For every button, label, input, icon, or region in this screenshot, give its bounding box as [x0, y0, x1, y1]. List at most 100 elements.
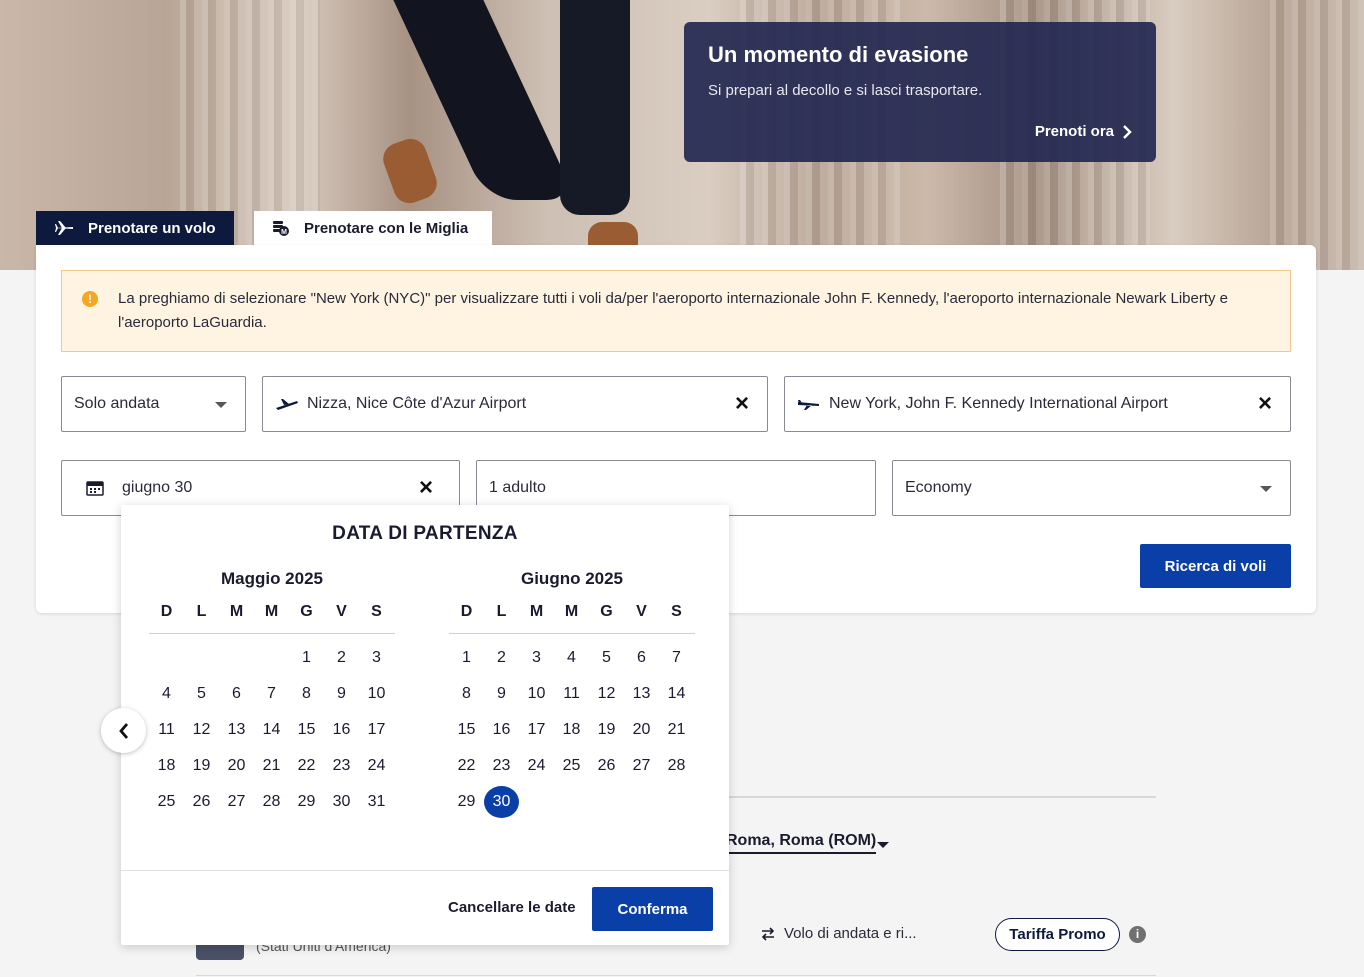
day-cell[interactable]: 29	[449, 784, 484, 820]
day-cell[interactable]: 17	[519, 712, 554, 748]
day-cell[interactable]: 21	[254, 748, 289, 784]
day-cell[interactable]: 21	[659, 712, 694, 748]
clear-dates-link[interactable]: Cancellare le date	[448, 899, 576, 916]
day-cell[interactable]: 26	[184, 784, 219, 820]
day-cell[interactable]: 19	[184, 748, 219, 784]
day-cell[interactable]: 10	[519, 676, 554, 712]
confirm-button[interactable]: Conferma	[592, 887, 713, 931]
search-flights-button[interactable]: Ricerca di voli	[1140, 544, 1291, 588]
day-cell[interactable]: 8	[289, 676, 324, 712]
day-cell[interactable]: 12	[589, 676, 624, 712]
day-cell[interactable]: 6	[624, 640, 659, 676]
selected-day[interactable]: 30	[484, 784, 519, 820]
day-cell[interactable]: 26	[589, 748, 624, 784]
day-number: 2	[337, 649, 346, 666]
day-cell[interactable]: 2	[484, 640, 519, 676]
book-now-link[interactable]: Prenoti ora	[1035, 123, 1132, 140]
day-cell[interactable]: 12	[184, 712, 219, 748]
previous-month-button[interactable]	[101, 708, 146, 753]
day-cell[interactable]: 3	[359, 640, 394, 676]
day-cell[interactable]: 7	[659, 640, 694, 676]
day-cell[interactable]: 3	[519, 640, 554, 676]
day-number: 18	[157, 757, 176, 774]
day-cell[interactable]: 15	[449, 712, 484, 748]
day-cell[interactable]: 4	[554, 640, 589, 676]
tab-book-flight[interactable]: Prenotare un volo	[36, 211, 234, 245]
day-cell[interactable]: 30	[324, 784, 359, 820]
tab-book-with-miles[interactable]: M Prenotare con le Miglia	[254, 211, 492, 245]
departure-plane-icon	[276, 399, 298, 410]
day-cell[interactable]: 13	[624, 676, 659, 712]
day-number: 8	[302, 685, 311, 702]
day-cell[interactable]: 16	[324, 712, 359, 748]
day-cell[interactable]: 16	[484, 712, 519, 748]
origin-input[interactable]: Nizza, Nice Côte d'Azur Airport ×	[262, 376, 768, 432]
day-number: 10	[527, 685, 546, 702]
month-name: Giugno 2025	[520, 569, 624, 588]
destination-input[interactable]: New York, John F. Kennedy International …	[784, 376, 1291, 432]
calendar-icon	[86, 481, 104, 496]
day-cell[interactable]: 20	[219, 748, 254, 784]
day-cell[interactable]: 31	[359, 784, 394, 820]
day-number: 29	[457, 793, 476, 810]
day-cell[interactable]: 14	[254, 712, 289, 748]
day-number: 27	[632, 757, 651, 774]
day-cell[interactable]: 25	[554, 748, 589, 784]
day-cell[interactable]: 27	[219, 784, 254, 820]
day-cell[interactable]: 6	[219, 676, 254, 712]
day-cell[interactable]: 18	[554, 712, 589, 748]
day-cell[interactable]: 28	[254, 784, 289, 820]
trip-type-value: Solo andata	[74, 395, 160, 412]
cabin-select[interactable]: Economy	[892, 460, 1291, 516]
day-number: 3	[532, 649, 541, 666]
day-cell[interactable]: 24	[519, 748, 554, 784]
day-cell[interactable]: 9	[324, 676, 359, 712]
day-cell[interactable]: 27	[624, 748, 659, 784]
day-number: 27	[227, 793, 246, 810]
clear-date-icon[interactable]: ×	[415, 476, 437, 500]
day-cell[interactable]: 14	[659, 676, 694, 712]
day-cell[interactable]: 1	[289, 640, 324, 676]
day-cell[interactable]: 13	[219, 712, 254, 748]
destination-filter[interactable]: Roma, Roma (ROM)	[726, 832, 877, 854]
day-cell[interactable]: 11	[149, 712, 184, 748]
day-cell[interactable]: 25	[149, 784, 184, 820]
day-cell[interactable]: 4	[149, 676, 184, 712]
day-cell[interactable]: 10	[359, 676, 394, 712]
day-cell[interactable]: 18	[149, 748, 184, 784]
day-cell[interactable]: 2	[324, 640, 359, 676]
clear-destination-icon[interactable]: ×	[1254, 392, 1276, 416]
day-cell[interactable]: 28	[659, 748, 694, 784]
day-cell[interactable]: 23	[324, 748, 359, 784]
day-cell[interactable]: 15	[289, 712, 324, 748]
day-cell[interactable]: 8	[449, 676, 484, 712]
info-icon[interactable]: i	[1129, 926, 1146, 943]
day-cell[interactable]: 5	[589, 640, 624, 676]
day-cell[interactable]: 17	[359, 712, 394, 748]
fare-badge[interactable]: Tariffa Promo	[995, 918, 1120, 951]
day-cell[interactable]: 5	[184, 676, 219, 712]
footer-divider	[121, 870, 729, 871]
chevron-right-icon	[1123, 124, 1132, 139]
day-cell[interactable]: 29	[289, 784, 324, 820]
day-cell[interactable]: 22	[449, 748, 484, 784]
day-cell[interactable]: 24	[359, 748, 394, 784]
day-cell[interactable]: 19	[589, 712, 624, 748]
day-cell[interactable]: 22	[289, 748, 324, 784]
date-picker-popup: DATA DI PARTENZA Maggio 2025 D L M M G V…	[121, 505, 729, 945]
day-grid: 1 2 3 4 5 6 7 8 9 10 11 12 13 14 15 16 17 18 19 20 21 22 23 24 2…	[149, 640, 395, 820]
nyc-notice: ! La preghiamo di selezionare "New York …	[61, 270, 1291, 352]
day-cell[interactable]: 1	[449, 640, 484, 676]
day-cell[interactable]: 11	[554, 676, 589, 712]
clear-origin-icon[interactable]: ×	[731, 392, 753, 416]
day-cell[interactable]: 20	[624, 712, 659, 748]
day-number: 29	[297, 793, 316, 810]
day-cell[interactable]: 9	[484, 676, 519, 712]
day-cell[interactable]: 23	[484, 748, 519, 784]
trip-type-select[interactable]: Solo andata	[61, 376, 246, 432]
day-cell[interactable]: 7	[254, 676, 289, 712]
day-number: 22	[297, 757, 316, 774]
warning-icon: !	[82, 291, 98, 307]
book-now-label: Prenoti ora	[1034, 123, 1114, 140]
day-number: 30	[484, 786, 519, 818]
